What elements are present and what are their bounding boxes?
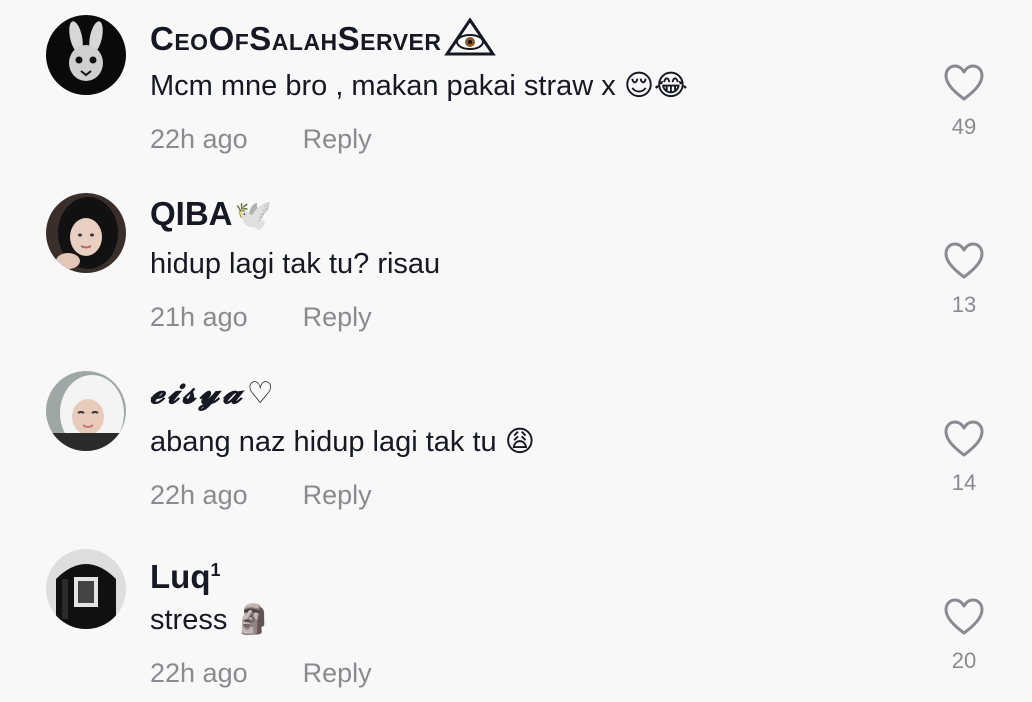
- comment-body: abang naz hidup lagi tak tu: [150, 426, 497, 458]
- comment-username[interactable]: QIBA🕊️: [150, 194, 272, 236]
- comment-body: stress: [150, 604, 228, 636]
- comment-body: Mcm mne bro , makan pakai straw x: [150, 70, 616, 102]
- reply-button[interactable]: Reply: [303, 124, 372, 154]
- reply-button[interactable]: Reply: [303, 480, 372, 510]
- comment-username[interactable]: Luq1: [150, 550, 221, 597]
- superscript-badge: 1: [210, 560, 221, 580]
- username-text: 𝓮𝓲𝓼𝔂𝓪: [150, 372, 245, 411]
- reply-button[interactable]: Reply: [303, 658, 372, 688]
- comment-text: Mcm mne bro , makan pakai straw x 😌😂: [150, 68, 688, 104]
- heart-icon[interactable]: [944, 598, 984, 636]
- username-text: Luq: [150, 558, 211, 595]
- heart-icon[interactable]: [944, 242, 984, 280]
- like-count: 13: [951, 292, 977, 317]
- comment-meta: 22h ago Reply: [150, 478, 372, 512]
- timestamp: 21h ago: [150, 302, 248, 332]
- dove-icon: 🕊️: [234, 199, 272, 232]
- username-text: CeoOfSalahServer: [150, 20, 442, 57]
- heart-icon[interactable]: [944, 64, 984, 102]
- comment-item: CeoOfSalahServer Mcm mne bro , makan pak…: [0, 0, 1032, 178]
- comment-text: stress 🗿: [150, 602, 272, 638]
- comment-username[interactable]: 𝓮𝓲𝓼𝔂𝓪♡: [150, 372, 277, 414]
- comment-meta: 22h ago Reply: [150, 122, 372, 156]
- username-text: QIBA: [150, 195, 233, 232]
- timestamp: 22h ago: [150, 480, 248, 510]
- hijab-girl-avatar-icon: [46, 193, 126, 273]
- comment-text: hidup lagi tak tu? risau: [150, 246, 440, 282]
- comment-item: QIBA🕊️ hidup lagi tak tu? risau 21h ago R…: [0, 178, 1032, 356]
- avatar[interactable]: [46, 193, 126, 273]
- bunny-mask-avatar-icon: [46, 15, 126, 95]
- timestamp: 22h ago: [150, 124, 248, 154]
- white-hijab-girl-avatar-icon: [46, 371, 126, 451]
- eye-icon: [443, 17, 496, 57]
- emoji: 😩: [504, 426, 535, 458]
- heart-icon[interactable]: [944, 420, 984, 458]
- comment-username[interactable]: CeoOfSalahServer: [150, 16, 496, 61]
- emoji: 😌😂: [623, 70, 688, 102]
- comment-body: hidup lagi tak tu? risau: [150, 248, 441, 280]
- comment-item: Luq1 stress 🗿 22h ago Reply 20: [0, 534, 1032, 702]
- moai-emoji: 🗿: [235, 604, 272, 636]
- hoodie-avatar-icon: [46, 549, 126, 629]
- heart-outline-icon: ♡: [246, 376, 277, 411]
- comment-meta: 22h ago Reply: [150, 656, 372, 690]
- timestamp: 22h ago: [150, 658, 248, 688]
- avatar[interactable]: [46, 549, 126, 629]
- avatar[interactable]: [46, 371, 126, 451]
- like-count: 14: [951, 470, 977, 495]
- like-count: 20: [951, 648, 977, 673]
- avatar[interactable]: [46, 15, 126, 95]
- like-count: 49: [951, 114, 977, 139]
- comment-list: CeoOfSalahServer Mcm mne bro , makan pak…: [0, 0, 1032, 702]
- reply-button[interactable]: Reply: [303, 302, 372, 332]
- comment-text: abang naz hidup lagi tak tu 😩: [150, 424, 535, 460]
- comment-item: 𝓮𝓲𝓼𝔂𝓪♡ abang naz hidup lagi tak tu 😩 22h…: [0, 356, 1032, 534]
- comment-meta: 21h ago Reply: [150, 300, 372, 334]
